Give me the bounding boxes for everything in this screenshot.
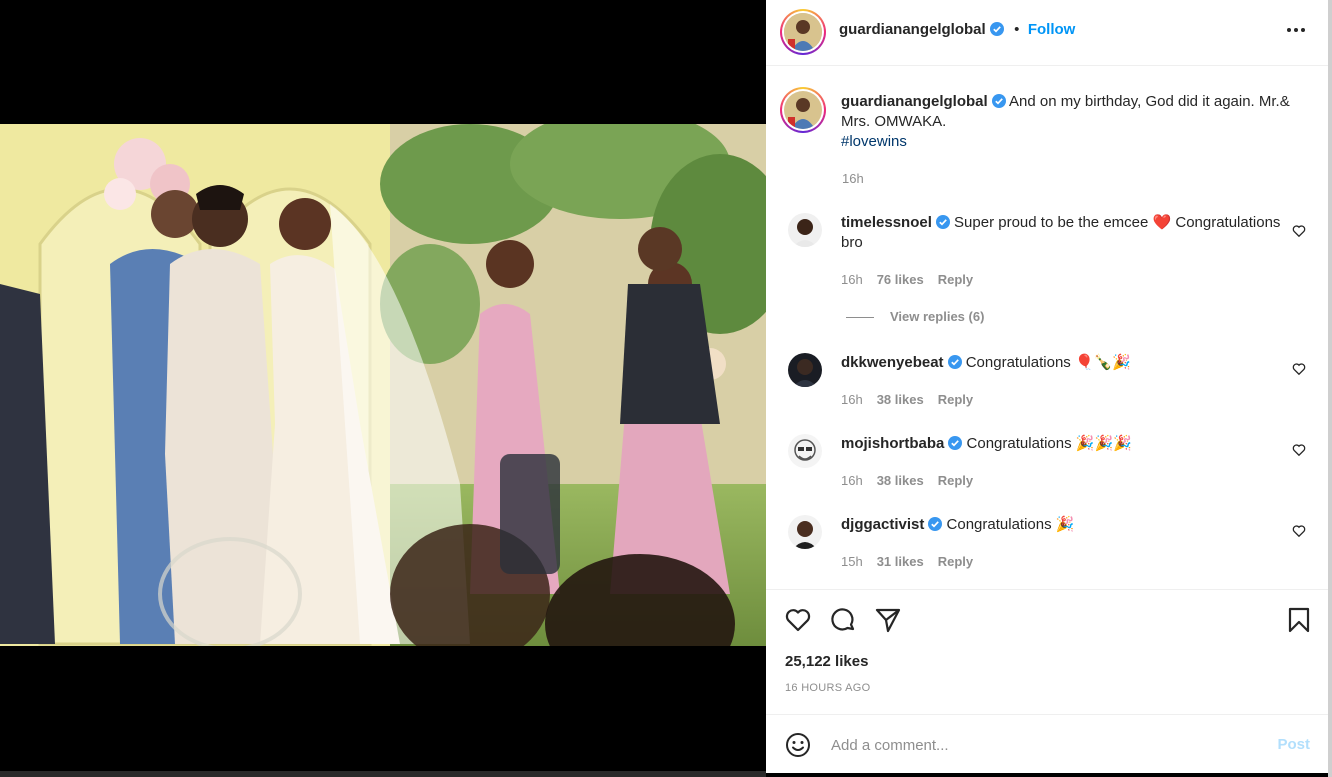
caption-avatar[interactable] [780, 87, 826, 133]
heart-icon[interactable] [1292, 362, 1306, 376]
share-icon[interactable] [874, 606, 902, 634]
comment-text: Congratulations 🎉🎉🎉 [966, 435, 1132, 452]
verified-icon [935, 215, 950, 229]
bottom-strip [0, 771, 766, 777]
posted-time: 16 HOURS AGO [785, 682, 871, 694]
commenter-username[interactable]: mojishortbaba [841, 435, 944, 452]
dot-separator: • [1014, 21, 1020, 38]
emoji-icon[interactable] [785, 732, 811, 758]
commenter-username[interactable]: dkkwenyebeat [841, 354, 944, 371]
verified-icon [947, 355, 962, 369]
commenter-avatar[interactable] [788, 434, 822, 468]
author-avatar[interactable] [780, 9, 826, 55]
verified-icon [989, 22, 1004, 36]
add-comment-bar: Post [766, 714, 1328, 774]
reply-button[interactable]: Reply [938, 272, 973, 287]
comment-time: 16h [841, 392, 863, 407]
verified-icon [928, 517, 943, 531]
comment-text: Congratulations 🎉 [946, 516, 1075, 533]
verified-icon [991, 94, 1006, 108]
heart-icon[interactable] [1292, 524, 1306, 538]
window-edge [1328, 0, 1332, 777]
comment-likes[interactable]: 31 likes [877, 554, 924, 569]
post-photo[interactable] [0, 124, 766, 646]
post-button[interactable]: Post [1277, 736, 1310, 753]
comment-icon[interactable] [829, 606, 857, 634]
heart-icon[interactable] [1292, 224, 1306, 238]
caption-time: 16h [842, 171, 864, 186]
comment-time: 16h [841, 272, 863, 287]
verified-icon [948, 436, 963, 450]
post-caption: guardianangelglobal And on my birthday, … [841, 92, 1311, 152]
commenter-avatar[interactable] [788, 515, 822, 549]
commenter-avatar[interactable] [788, 353, 822, 387]
author-username[interactable]: guardianangelglobal [839, 21, 986, 38]
commenter-avatar[interactable] [788, 213, 822, 247]
heart-icon[interactable] [784, 606, 812, 634]
more-options-icon[interactable] [1286, 20, 1306, 40]
bookmark-icon[interactable] [1285, 606, 1313, 634]
likes-count[interactable]: 25,122 likes [785, 653, 868, 670]
comment-time: 15h [841, 554, 863, 569]
follow-button[interactable]: Follow [1028, 21, 1076, 38]
commenter-username[interactable]: djggactivist [841, 516, 924, 533]
reply-button[interactable]: Reply [938, 392, 973, 407]
reply-button[interactable]: Reply [938, 473, 973, 488]
comment-input[interactable] [829, 732, 1253, 758]
reply-button[interactable]: Reply [938, 554, 973, 569]
post-panel: guardianangelglobal • Follow guardianang… [766, 0, 1328, 773]
post-header: guardianangelglobal • Follow [766, 0, 1328, 66]
hashtag-link[interactable]: #lovewins [841, 133, 907, 150]
commenter-username[interactable]: timelessnoel [841, 214, 932, 231]
comment-likes[interactable]: 38 likes [877, 392, 924, 407]
caption-username[interactable]: guardianangelglobal [841, 93, 988, 110]
comment-time: 16h [841, 473, 863, 488]
action-bar: 25,122 likes 16 HOURS AGO [766, 589, 1328, 715]
comment-text: Congratulations 🎈🍾🎉 [965, 354, 1131, 371]
comment-likes[interactable]: 76 likes [877, 272, 924, 287]
comment-likes[interactable]: 38 likes [877, 473, 924, 488]
media-area [0, 0, 766, 777]
wedding-photo [0, 124, 766, 646]
heart-icon[interactable] [1292, 443, 1306, 457]
view-replies-button[interactable]: View replies (6) [846, 309, 984, 324]
